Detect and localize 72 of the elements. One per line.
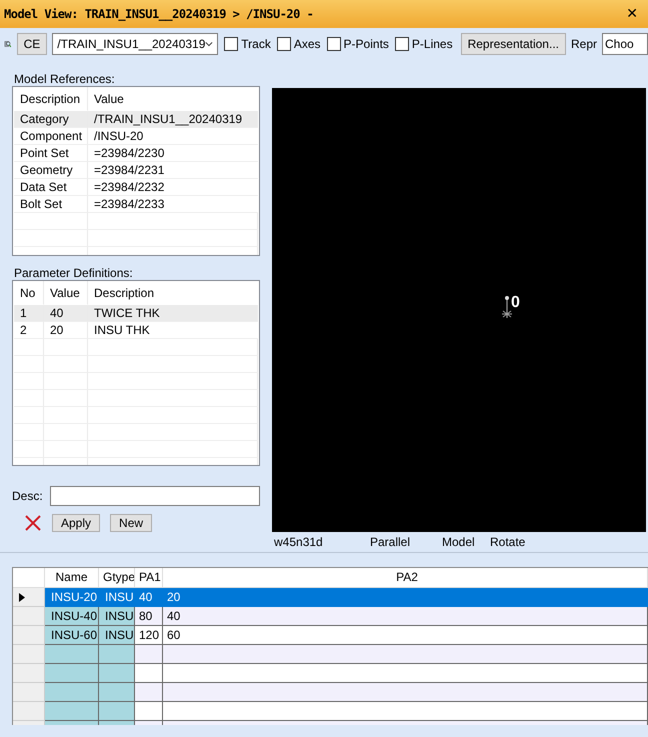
ce-button[interactable]: CE [16,33,48,55]
list-cell: /INSU-20 [88,128,258,145]
3d-viewport[interactable]: 0 [272,88,646,532]
desc-label: Desc: [12,489,43,503]
list-cell: INSU THK [88,322,258,339]
grid-row[interactable]: INSU-20 INSU 40 20 [13,588,648,607]
list-cell: Component [14,128,88,145]
list-cell: /TRAIN_INSU1__20240319 [88,111,258,128]
list-cell: Point Set [14,145,88,162]
column-header[interactable]: PA1 [135,568,163,588]
checkbox-label: Track [241,37,271,51]
delete-icon[interactable] [24,514,42,532]
list-row[interactable]: Point Set =23984/2230 [14,145,258,162]
list-cell: 2 [14,322,44,339]
viewport-status: Model [442,535,476,550]
list-cell: 40 [44,305,88,322]
grid-cell: 20 [163,588,648,607]
close-button[interactable]: ✕ [622,6,642,22]
list-cell: TWICE THK [88,305,258,322]
list-row[interactable]: Category /TRAIN_INSU1__20240319 [14,111,258,128]
list-row[interactable]: Data Set =23984/2232 [14,179,258,196]
checkbox-label: P-Lines [412,37,453,51]
list-row[interactable]: Bolt Set =23984/2233 [14,196,258,213]
row-header[interactable] [13,588,45,607]
grid-cell: INSU-20 [45,588,99,607]
grid-row[interactable]: INSU-40 INSU 80 40 [13,607,648,626]
column-header[interactable]: Name [45,568,99,588]
action-button[interactable]: New [110,514,152,532]
grid-cell: INSU-40 [45,607,99,626]
grid-cell: 40 [163,607,648,626]
column-header[interactable]: PA2 [163,568,648,588]
list-cell: =23984/2230 [88,145,258,162]
window-title: Model View: TRAIN_INSU1__20240319 > /INSU-20 - [4,7,314,21]
grid-cell: INSU [99,588,135,607]
list-row[interactable]: Geometry =23984/2231 [14,162,258,179]
list-row[interactable]: 1 40 TWICE THK [14,305,258,322]
list-cell: 20 [44,322,88,339]
desc-field[interactable] [50,486,260,506]
element-dropdown[interactable]: /TRAIN_INSU1__20240319 [52,33,218,55]
list-cell: 1 [14,305,44,322]
grid-cell: INSU [99,607,135,626]
checkbox-label: P-Points [344,37,389,51]
grid-cell: 40 [135,588,163,607]
checkbox[interactable] [276,37,291,51]
marker-label: 0 [511,294,520,312]
viewport-status: w45n31d [274,535,324,550]
grid-cell: INSU [99,626,135,645]
list-row[interactable]: 2 20 INSU THK [14,322,258,339]
viewport-status: Parallel [370,535,412,550]
grid-cell: INSU-60 [45,626,99,645]
current-row-icon [19,592,25,602]
section-label: Model References: [14,72,116,86]
section-label: Parameter Definitions: [14,266,134,280]
list-cell: Geometry [14,162,88,179]
repr-label: Repr [570,37,597,51]
list-cell: Data Set [14,179,88,196]
chevron-down-icon [205,41,214,47]
list-cell: Bolt Set [14,196,88,213]
checkbox[interactable] [224,37,238,51]
action-button[interactable]: Apply [52,514,100,532]
repr-field[interactable]: Choo [602,33,648,55]
checkbox[interactable] [394,37,409,51]
list-cell: Category [14,111,88,128]
grid-cell: 80 [135,607,163,626]
viewport-status: Rotate [490,535,526,550]
checkbox[interactable] [326,37,341,51]
checkbox-label: Axes [294,37,321,51]
list-cell: =23984/2232 [88,179,258,196]
list-row[interactable]: Component /INSU-20 [14,128,258,145]
representation-button[interactable]: Representation... [460,33,566,55]
list-cell: =23984/2231 [88,162,258,179]
list-cell: =23984/2233 [88,196,258,213]
